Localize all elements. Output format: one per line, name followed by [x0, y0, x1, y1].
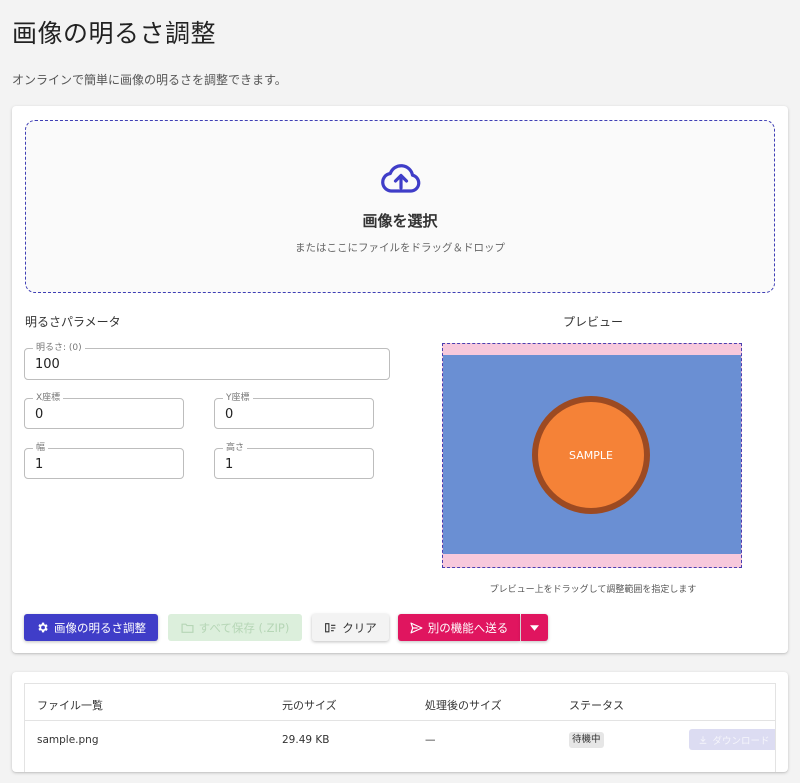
- y-coordinate-label: Y座標: [223, 392, 253, 404]
- brightness-field: 明るさ: (0): [24, 342, 390, 380]
- download-icon: [698, 735, 708, 745]
- x-coordinate-field: X座標: [24, 392, 184, 429]
- files-table: ファイル一覧 元のサイズ 処理後のサイズ ステータス sample.png 29…: [24, 683, 776, 772]
- download-label: ダウンロード: [712, 735, 770, 747]
- status-badge: 待機中: [569, 732, 604, 748]
- params-title: 明るさパラメータ: [25, 315, 121, 329]
- file-name: sample.png: [37, 734, 99, 746]
- processed-size: —: [425, 734, 436, 746]
- clear-button[interactable]: クリア: [312, 614, 389, 641]
- adjust-brightness-label: 画像の明るさ調整: [54, 620, 146, 635]
- adjust-brightness-button[interactable]: 画像の明るさ調整: [24, 614, 158, 641]
- page-subtitle: オンラインで簡単に画像の明るさを調整できます。: [12, 73, 287, 87]
- gear-icon: [36, 621, 49, 634]
- send-to-feature-button[interactable]: 別の機能へ送る: [398, 614, 520, 641]
- clear-list-icon: [324, 622, 337, 634]
- column-header-processed-size: 処理後のサイズ: [425, 699, 502, 712]
- dropzone-hint: またはここにファイルをドラッグ＆ドロップ: [295, 242, 505, 254]
- send-menu-dropdown-button[interactable]: [521, 614, 548, 641]
- page-title: 画像の明るさ調整: [12, 19, 217, 48]
- y-coordinate-input[interactable]: [225, 405, 363, 423]
- folder-icon: [181, 622, 194, 634]
- height-field: 高さ: [214, 442, 374, 479]
- width-label: 幅: [33, 442, 49, 454]
- send-label: 別の機能へ送る: [427, 620, 509, 635]
- preview-title: プレビュー: [562, 315, 623, 329]
- height-label: 高さ: [223, 442, 248, 454]
- original-size: 29.49 KB: [282, 734, 330, 746]
- y-coordinate-field: Y座標: [214, 392, 374, 429]
- cloud-upload-icon: [381, 161, 421, 195]
- chevron-down-icon: [530, 624, 539, 631]
- sample-text: SAMPLE: [569, 448, 613, 462]
- send-icon: [410, 622, 423, 634]
- height-input[interactable]: [225, 455, 363, 473]
- column-header-status: ステータス: [569, 699, 624, 712]
- dropzone-title: 画像を選択: [362, 212, 438, 230]
- header-divider: [25, 720, 775, 721]
- x-coordinate-input[interactable]: [35, 405, 173, 423]
- brightness-label: 明るさ: (0): [33, 342, 85, 354]
- column-header-file-list: ファイル一覧: [37, 699, 103, 712]
- preview-hint: プレビュー上をドラッグして調整範囲を指定します: [489, 585, 697, 595]
- sample-circle: SAMPLE: [532, 396, 650, 514]
- preview-canvas[interactable]: SAMPLE: [442, 343, 742, 568]
- width-field: 幅: [24, 442, 184, 479]
- files-card: ファイル一覧 元のサイズ 処理後のサイズ ステータス sample.png 29…: [12, 672, 788, 772]
- preview-image: SAMPLE: [443, 355, 741, 554]
- clear-label: クリア: [342, 620, 377, 635]
- download-button[interactable]: ダウンロード: [689, 729, 775, 750]
- main-card: 画像を選択 またはここにファイルをドラッグ＆ドロップ 明るさパラメータ プレビュ…: [12, 106, 788, 653]
- save-all-zip-button[interactable]: すべて保存 (.ZIP): [168, 614, 302, 641]
- file-dropzone[interactable]: 画像を選択 またはここにファイルをドラッグ＆ドロップ: [25, 120, 775, 293]
- save-all-label: すべて保存 (.ZIP): [198, 620, 290, 635]
- x-coordinate-label: X座標: [33, 392, 64, 404]
- brightness-input[interactable]: [35, 355, 379, 373]
- width-input[interactable]: [35, 455, 173, 473]
- column-header-original-size: 元のサイズ: [282, 699, 337, 712]
